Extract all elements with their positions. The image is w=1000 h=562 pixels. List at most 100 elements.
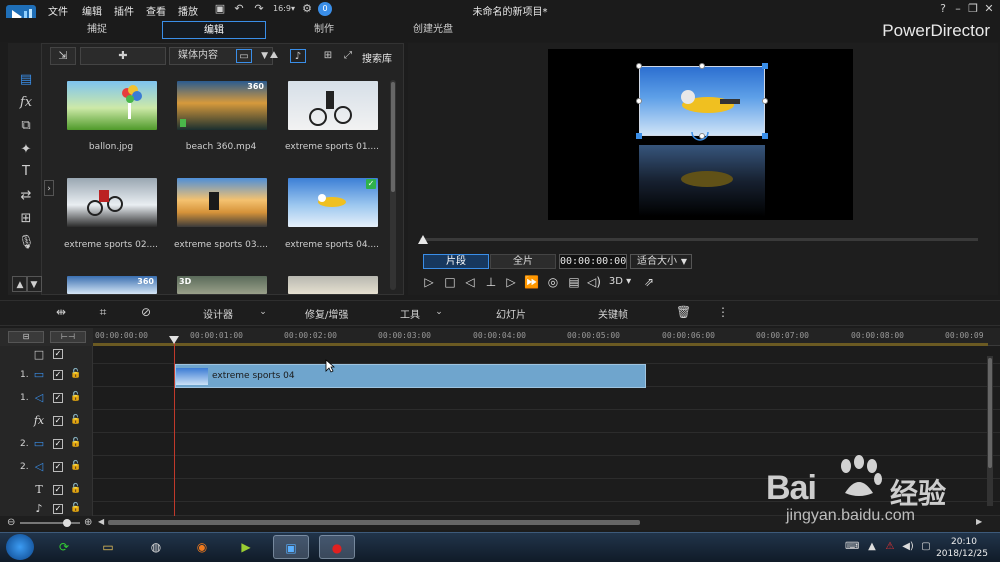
more-icon[interactable]: ⋮: [716, 305, 730, 319]
thumbnail-size-icon[interactable]: ⤢: [340, 49, 356, 63]
play-icon[interactable]: ▷: [422, 275, 436, 289]
scroll-left-icon[interactable]: ◀: [98, 517, 104, 526]
action-center-icon[interactable]: ▢: [920, 541, 932, 553]
grid-view-icon[interactable]: ⊞: [320, 49, 336, 63]
preview-skydiver-image[interactable]: [639, 66, 765, 136]
menu-edit[interactable]: 编辑: [82, 3, 102, 18]
slideshow-button[interactable]: 幻灯片: [496, 306, 526, 321]
menu-view[interactable]: 查看: [146, 3, 166, 18]
track-enable-checkbox[interactable]: ✓: [53, 349, 63, 359]
zoom-in-icon[interactable]: ⊕: [84, 517, 92, 528]
scrubber-knob[interactable]: [418, 235, 428, 244]
tab-edit[interactable]: 编辑: [162, 21, 266, 39]
fast-forward-icon[interactable]: ⏩: [524, 275, 539, 289]
media-thumb-row3-3[interactable]: [288, 276, 378, 294]
preview-scrubber[interactable]: [420, 238, 978, 241]
track-enable-checkbox[interactable]: ✓: [53, 504, 63, 514]
plugin-button[interactable]: ✚: [80, 47, 166, 65]
scroll-down-icon[interactable]: ▼: [26, 276, 42, 292]
expand-panel-icon[interactable]: ›: [44, 180, 54, 196]
redo-icon[interactable]: ↷: [252, 2, 266, 16]
resize-handle[interactable]: [636, 63, 642, 69]
snapshot-icon[interactable]: ◎: [546, 275, 560, 289]
image-filter-icon[interactable]: ⛰: [266, 49, 282, 63]
minimize-icon[interactable]: –: [951, 2, 965, 16]
media-thumb-extreme04[interactable]: ✓: [288, 178, 378, 227]
timecode-display[interactable]: 00:00:00:00: [559, 254, 627, 269]
resize-handle[interactable]: [762, 98, 768, 104]
tab-capture[interactable]: 捕捉: [67, 21, 127, 39]
media-room-icon[interactable]: ▤: [18, 72, 34, 88]
import-media-button[interactable]: ⇲: [50, 47, 76, 65]
playhead-knob[interactable]: [169, 336, 179, 344]
3d-mode-toggle[interactable]: 3D ▾: [608, 275, 632, 289]
start-button[interactable]: [6, 534, 34, 560]
resize-handle[interactable]: [636, 133, 642, 139]
settings-icon[interactable]: ⚙: [300, 2, 314, 16]
track-manager-button[interactable]: ⊟: [8, 331, 44, 343]
chevron-down-icon[interactable]: ⌄: [256, 305, 270, 319]
volume-icon[interactable]: ◁): [587, 275, 601, 289]
record-app-icon[interactable]: ●: [319, 535, 355, 559]
lock-icon[interactable]: 🔓: [70, 461, 81, 473]
track-enable-checkbox[interactable]: ✓: [53, 439, 63, 449]
network-warning-icon[interactable]: ⚠: [884, 541, 896, 553]
save-icon[interactable]: ▣: [213, 2, 227, 16]
resize-handle[interactable]: [762, 133, 768, 139]
track-enable-checkbox[interactable]: ✓: [53, 370, 63, 380]
firefox-icon[interactable]: ◉: [184, 535, 220, 559]
trash-icon[interactable]: 🗑: [676, 305, 691, 319]
track-enable-checkbox[interactable]: ✓: [53, 485, 63, 495]
fix-enhance-button[interactable]: 修复/增强: [305, 306, 348, 321]
video-app-icon[interactable]: ▶: [228, 535, 264, 559]
app-green-icon[interactable]: ⟳: [46, 535, 82, 559]
zoom-slider[interactable]: [20, 522, 80, 524]
file-explorer-icon[interactable]: ▭: [90, 535, 126, 559]
next-frame-icon[interactable]: ▷: [504, 275, 518, 289]
timeline-hscrollbar[interactable]: [108, 520, 640, 525]
media-content-select[interactable]: 媒体内容 ▼: [169, 47, 273, 65]
media-thumb-row3-1[interactable]: 360: [67, 276, 157, 294]
undock-icon[interactable]: ⇗: [642, 275, 656, 289]
split-icon[interactable]: ⊥: [484, 275, 498, 289]
lock-icon[interactable]: 🔓: [70, 484, 81, 496]
movie-mode-button[interactable]: 全片: [490, 254, 556, 269]
speaker-icon[interactable]: ◀): [902, 541, 914, 553]
title-room-icon[interactable]: T: [18, 164, 34, 180]
keyframe-button[interactable]: 关键帧: [598, 306, 628, 321]
search-library-label[interactable]: 搜索库: [362, 50, 392, 65]
media-thumb-extreme01[interactable]: [288, 81, 378, 130]
tray-arrow-icon[interactable]: ▲: [866, 541, 878, 553]
undo-icon[interactable]: ↶: [232, 2, 246, 16]
resize-handle[interactable]: [636, 98, 642, 104]
menu-play[interactable]: 播放: [178, 3, 198, 18]
timeline-vscrollbar-thumb[interactable]: [988, 358, 992, 468]
media-thumb-extreme03[interactable]: [177, 178, 267, 227]
lock-icon[interactable]: 🔓: [70, 415, 81, 427]
aspect-ratio-icon[interactable]: 16:9▾: [273, 2, 295, 16]
lock-icon[interactable]: 🔓: [70, 392, 81, 404]
transition-room-icon[interactable]: ⇄: [18, 188, 34, 204]
audio-filter-icon[interactable]: ♪: [290, 49, 306, 63]
media-thumb-ballon[interactable]: [67, 81, 157, 130]
tab-produce[interactable]: 制作: [294, 21, 354, 39]
library-scrollbar-thumb[interactable]: [391, 82, 395, 192]
mask-icon[interactable]: ⊘: [139, 305, 153, 319]
designer-menu[interactable]: 设计器: [203, 306, 233, 321]
crop-icon[interactable]: ⌗: [96, 305, 110, 319]
tab-create-disc[interactable]: 创建光盘: [400, 21, 466, 39]
voiceover-room-icon[interactable]: 🎙: [18, 235, 35, 251]
stop-icon[interactable]: □: [443, 275, 457, 289]
pip-room-icon[interactable]: ⧉: [18, 118, 34, 134]
fit-size-select[interactable]: 适合大小 ▼: [630, 254, 692, 269]
clock-date[interactable]: 2018/12/25: [936, 549, 988, 559]
lock-icon[interactable]: 🔓: [70, 369, 81, 381]
rotate-handle-icon[interactable]: [690, 130, 710, 142]
fit-timeline-button[interactable]: ⊢⊣: [50, 331, 86, 343]
scroll-right-icon[interactable]: ▶: [976, 517, 982, 526]
track-enable-checkbox[interactable]: ✓: [53, 462, 63, 472]
lock-icon[interactable]: 🔓: [70, 503, 81, 515]
playhead-line[interactable]: [174, 337, 175, 517]
fx-room-icon[interactable]: fx: [18, 95, 34, 111]
audio-mix-room-icon[interactable]: ⊞: [18, 211, 34, 227]
